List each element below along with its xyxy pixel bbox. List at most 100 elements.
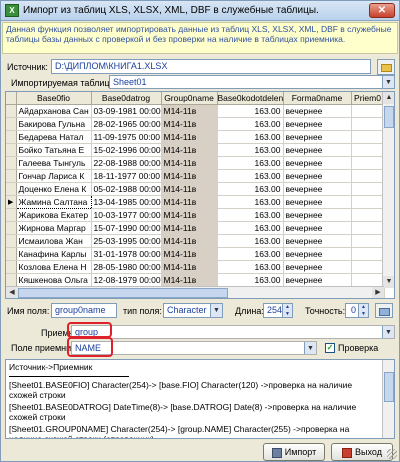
table-cell[interactable]: Жамина Салтана [15, 194, 92, 209]
field-type-select[interactable]: Character ▼ [163, 303, 223, 318]
table-cell[interactable] [351, 104, 385, 118]
column-header[interactable]: Group0name [161, 92, 218, 105]
scroll-thumb[interactable] [384, 106, 394, 128]
table-cell[interactable]: вечернее [283, 156, 352, 170]
table-row[interactable]: Бойко Татьяна Е 15-02-1996 00:00 М14-11в 16… [6, 143, 385, 157]
row-indicator[interactable] [6, 182, 17, 196]
table-cell[interactable]: 12-08-1979 00:00 [91, 273, 162, 287]
table-cell[interactable] [351, 182, 385, 196]
table-cell[interactable]: 163.00 [217, 130, 284, 144]
resize-grip-icon[interactable] [387, 449, 397, 459]
table-cell[interactable]: вечернее [283, 182, 352, 196]
row-indicator[interactable] [6, 130, 17, 144]
table-cell[interactable]: 163.00 [217, 104, 284, 118]
table-cell[interactable]: М14-11в [161, 143, 218, 157]
table-cell[interactable]: М14-11в [161, 247, 218, 261]
table-cell[interactable]: вечернее [283, 247, 352, 261]
table-cell[interactable]: 163.00 [217, 247, 284, 261]
table-cell[interactable]: 11-09-1975 00:00 [91, 130, 162, 144]
table-cell[interactable]: Канафина Карлы [16, 247, 92, 261]
table-row[interactable]: Канафина Карлы 31-01-1978 00:00 М14-11в 163… [6, 247, 385, 261]
chevron-down-icon[interactable]: ▼ [304, 342, 316, 354]
column-header[interactable]: Base0datrog [91, 92, 162, 105]
table-cell[interactable]: Доценко Елена К [16, 182, 92, 196]
table-row[interactable]: Бакирова Гульна 28-02-1965 00:00 М14-11в 16… [6, 117, 385, 131]
table-cell[interactable]: 28-02-1965 00:00 [91, 117, 162, 131]
table-cell[interactable]: вечернее [283, 143, 352, 157]
table-cell[interactable]: Бойко Татьяна Е [16, 143, 92, 157]
table-cell[interactable]: М14-11в [161, 273, 218, 287]
table-row[interactable]: Исмаилова Жан 25-03-1995 00:00 М14-11в 163.… [6, 234, 385, 248]
table-cell[interactable] [351, 247, 385, 261]
table-cell[interactable] [351, 117, 385, 131]
table-cell[interactable]: М14-11в [161, 208, 218, 222]
table-cell[interactable]: М14-11в [161, 169, 218, 183]
table-row[interactable]: Доценко Елена К 05-02-1988 00:00 М14-11в 16… [6, 182, 385, 196]
table-cell[interactable]: 163.00 [217, 260, 284, 274]
chevron-down-icon[interactable]: ▼ [382, 76, 394, 88]
table-cell[interactable]: Бакирова Гульна [16, 117, 92, 131]
table-cell[interactable]: Кяшкенова Ольга [16, 273, 92, 287]
receiver-select[interactable]: group ▼ [71, 325, 395, 339]
table-cell[interactable]: 163.00 [217, 182, 284, 196]
table-cell[interactable]: 15-02-1996 00:00 [91, 143, 162, 157]
table-row[interactable]: Кяшкенова Ольга 12-08-1979 00:00 М14-11в 16… [6, 273, 385, 287]
log-vertical-scrollbar[interactable] [382, 360, 394, 438]
stepper-arrows-icon[interactable]: ▲ ▼ [282, 304, 292, 317]
scroll-thumb[interactable] [18, 288, 228, 298]
edit-field-button[interactable] [375, 303, 393, 318]
table-cell[interactable]: М14-11в [161, 117, 218, 131]
table-cell[interactable] [351, 273, 385, 287]
table-cell[interactable]: Исмаилова Жан [16, 234, 92, 248]
row-indicator[interactable] [6, 169, 17, 183]
row-indicator[interactable] [6, 143, 17, 157]
scroll-up-icon[interactable]: ▲ [383, 92, 394, 104]
table-cell[interactable] [351, 221, 385, 235]
table-cell[interactable]: Козлова Елена Н [16, 260, 92, 274]
table-cell[interactable]: Бедарева Натал [16, 130, 92, 144]
row-indicator[interactable] [6, 156, 17, 170]
table-cell[interactable]: вечернее [283, 208, 352, 222]
table-cell[interactable] [351, 208, 385, 222]
import-table-select[interactable]: Sheet01 ▼ [109, 75, 395, 89]
table-cell[interactable]: 31-01-1978 00:00 [91, 247, 162, 261]
table-cell[interactable] [351, 195, 385, 209]
row-indicator[interactable] [6, 221, 17, 235]
table-row[interactable]: ▶ Жамина Салтана 13-04-1985 00:00 М14-11в 16… [6, 194, 385, 209]
table-cell[interactable]: 163.00 [217, 117, 284, 131]
row-indicator[interactable] [6, 208, 17, 222]
table-cell[interactable]: 163.00 [217, 143, 284, 157]
table-cell[interactable]: 163.00 [217, 273, 284, 287]
table-cell[interactable]: 163.00 [217, 234, 284, 248]
table-row[interactable]: Жарикова Екатер 10-03-1977 00:00 М14-11в 16… [6, 208, 385, 222]
table-cell[interactable]: М14-11в [161, 195, 218, 209]
table-cell[interactable]: 163.00 [217, 208, 284, 222]
scroll-thumb[interactable] [384, 372, 394, 402]
chevron-down-icon[interactable]: ▼ [210, 304, 222, 317]
exit-button[interactable]: Выход [331, 443, 393, 461]
table-cell[interactable]: Жарикова Екатер [16, 208, 92, 222]
table-cell[interactable]: 28-05-1980 00:00 [91, 260, 162, 274]
table-cell[interactable]: Гончар Лариса К [16, 169, 92, 183]
data-grid[interactable]: Base0fio Base0datrog Group0name Base0kod… [5, 91, 395, 299]
table-cell[interactable]: вечернее [283, 130, 352, 144]
table-cell[interactable]: М14-11в [161, 182, 218, 196]
table-cell[interactable]: Жирнова Маргар [16, 221, 92, 235]
table-cell[interactable]: 25-03-1995 00:00 [91, 234, 162, 248]
table-cell[interactable]: вечернее [283, 221, 352, 235]
table-cell[interactable]: вечернее [283, 260, 352, 274]
table-row[interactable]: Галеева Тынгуль 22-08-1988 00:00 М14-11в 16… [6, 156, 385, 170]
row-indicator[interactable] [6, 104, 17, 118]
check-checkbox[interactable]: ✓ [325, 343, 335, 353]
chevron-down-icon[interactable]: ▼ [382, 326, 394, 338]
grid-vertical-scrollbar[interactable]: ▲ ▼ [382, 92, 394, 288]
table-cell[interactable]: вечернее [283, 234, 352, 248]
row-indicator[interactable] [6, 117, 17, 131]
close-button[interactable]: ✕ [369, 3, 395, 18]
mapping-log[interactable]: Источник->Приемник [Sheet01.BASE0FIO] Ch… [5, 359, 395, 439]
table-cell[interactable]: М14-11в [161, 130, 218, 144]
table-cell[interactable]: Галеева Тынгуль [16, 156, 92, 170]
table-cell[interactable]: М14-11в [161, 221, 218, 235]
table-cell[interactable]: 13-04-1985 00:00 [91, 195, 162, 209]
table-cell[interactable]: М14-11в [161, 260, 218, 274]
